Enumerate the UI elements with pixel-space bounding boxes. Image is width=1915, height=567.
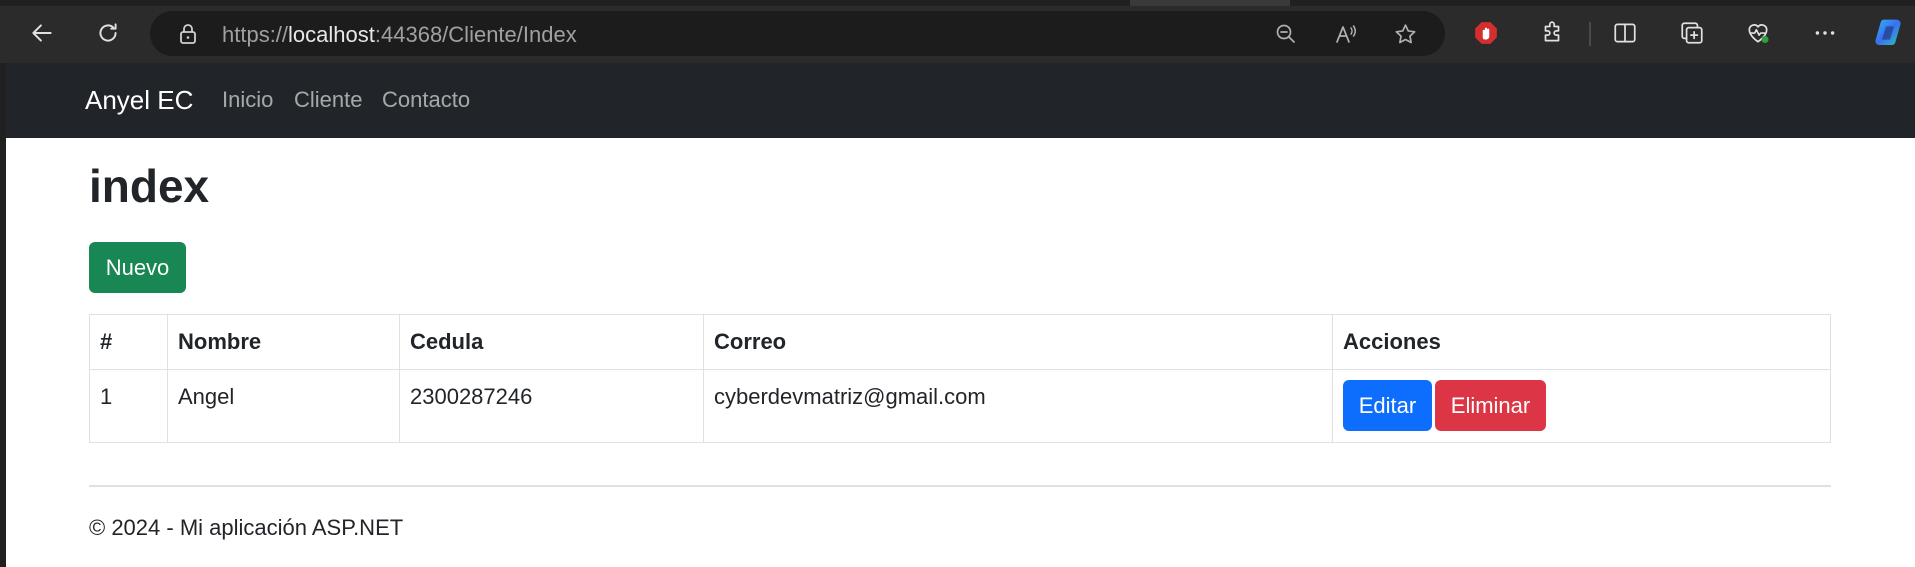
cell-acciones: Editar Eliminar xyxy=(1332,369,1831,443)
navbar: Anyel EC Inicio Cliente Contacto xyxy=(6,63,1915,138)
read-aloud-icon[interactable] xyxy=(1332,20,1360,48)
toolbar-divider xyxy=(1589,22,1591,46)
collections-button[interactable] xyxy=(1672,13,1712,53)
refresh-icon xyxy=(99,23,117,42)
address-bar[interactable]: https://localhost:44368/Cliente/Index xyxy=(150,11,1445,56)
web-page: Anyel EC Inicio Cliente Contacto index N… xyxy=(6,63,1915,567)
clients-table: # Nombre Cedula Correo Acciones 1 Angel … xyxy=(89,314,1831,443)
adblock-icon xyxy=(1475,22,1497,44)
page-title: index xyxy=(89,160,210,212)
table-header-row: # Nombre Cedula Correo Acciones xyxy=(89,314,1831,370)
zoom-out-icon[interactable] xyxy=(1272,20,1300,48)
url-text[interactable]: https://localhost:44368/Cliente/Index xyxy=(222,22,577,48)
refresh-button[interactable] xyxy=(88,13,128,53)
tab-indicator xyxy=(1130,0,1290,6)
navbar-brand[interactable]: Anyel EC xyxy=(85,85,193,116)
browser-essentials-icon xyxy=(1748,24,1769,43)
cell-correo: cyberdevmatriz@gmail.com xyxy=(703,369,1333,443)
nav-link-inicio[interactable]: Inicio xyxy=(222,87,273,113)
table-row: 1 Angel 2300287246 cyberdevmatriz@gmail.… xyxy=(89,369,1831,443)
puzzle-icon xyxy=(1544,21,1560,42)
more-button[interactable] xyxy=(1805,13,1845,53)
browser-toolbar: https://localhost:44368/Cliente/Index xyxy=(0,0,1915,63)
column-header-cedula: Cedula xyxy=(399,314,704,370)
lock-icon[interactable] xyxy=(176,22,200,46)
collections-icon xyxy=(1681,22,1703,44)
column-header-correo: Correo xyxy=(703,314,1333,370)
back-button[interactable] xyxy=(22,13,62,53)
url-scheme: https:// xyxy=(222,22,289,47)
copilot-icon xyxy=(1875,19,1901,46)
split-screen-button[interactable] xyxy=(1605,13,1645,53)
tab-strip xyxy=(0,0,1915,6)
footer-text: © 2024 - Mi aplicación ASP.NET xyxy=(89,515,404,540)
nav-link-contacto[interactable]: Contacto xyxy=(382,87,470,113)
more-icon xyxy=(1815,31,1835,35)
browser-essentials-button[interactable] xyxy=(1738,13,1778,53)
extensions-button[interactable] xyxy=(1532,13,1572,53)
column-header-nombre: Nombre xyxy=(167,314,400,370)
new-button[interactable]: Nuevo xyxy=(89,242,186,293)
arrow-left-icon xyxy=(32,24,52,42)
footer-divider xyxy=(89,485,1831,487)
cell-cedula: 2300287246 xyxy=(399,369,704,443)
split-screen-icon xyxy=(1614,23,1636,43)
delete-button[interactable]: Eliminar xyxy=(1435,380,1546,431)
edit-button[interactable]: Editar xyxy=(1343,380,1432,431)
url-path: :44368/Cliente/Index xyxy=(374,22,577,47)
cell-nombre: Angel xyxy=(167,369,400,443)
adblock-button[interactable] xyxy=(1466,13,1506,53)
column-header-acciones: Acciones xyxy=(1332,314,1831,370)
cell-id: 1 xyxy=(89,369,168,443)
star-icon[interactable] xyxy=(1391,20,1419,48)
column-header-number: # xyxy=(89,314,168,370)
url-host: localhost xyxy=(288,22,375,47)
nav-link-cliente[interactable]: Cliente xyxy=(294,87,362,113)
copilot-button[interactable] xyxy=(1870,13,1910,53)
